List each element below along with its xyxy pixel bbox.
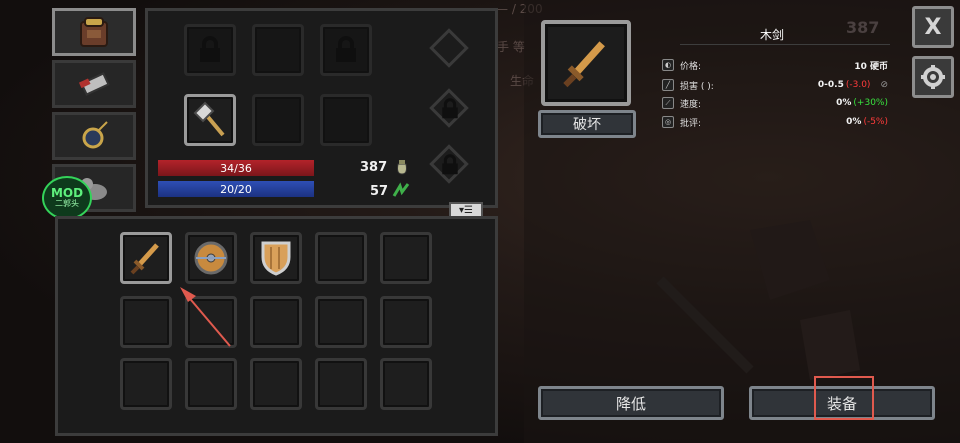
stat-label: 速度: bbox=[680, 99, 702, 110]
stat-label: 价格: bbox=[680, 61, 702, 72]
stat-row-speed: ⟋ 速度: 0% (+30%) bbox=[662, 94, 888, 112]
stat-delta: (-3.0) bbox=[845, 80, 871, 90]
damage-icon: ╱ bbox=[662, 79, 674, 91]
wooden-sword-icon bbox=[563, 41, 605, 88]
close-button[interactable]: X bbox=[912, 6, 954, 48]
stat-delta: (-5%) bbox=[863, 117, 888, 127]
stat-value: 0% bbox=[846, 117, 862, 127]
stat-row-crit: ◎ 批评: 0% (-5%) bbox=[662, 113, 888, 131]
downgrade-button[interactable]: 降低 bbox=[538, 386, 724, 420]
crit-icon: ◎ bbox=[662, 116, 674, 128]
coin-bag-icon: ◐ bbox=[662, 59, 674, 71]
stat-value: 0% bbox=[836, 98, 852, 108]
stat-value: 0-0.5 bbox=[817, 80, 844, 90]
annotation-highlight-box bbox=[814, 376, 874, 420]
weapon-type-icon: ⊘ bbox=[880, 80, 888, 90]
stat-row-damage: ╱ 损害 ( ): 0-0.5 (-3.0) ⊘ bbox=[662, 76, 888, 94]
destroy-button[interactable]: 破坏 bbox=[538, 110, 636, 138]
stat-delta: (+30%) bbox=[853, 98, 888, 108]
close-icon: X bbox=[924, 14, 942, 40]
item-name: 木剑 bbox=[760, 28, 785, 42]
speed-icon: ⟋ bbox=[662, 97, 674, 109]
stat-row-price: ◐ 价格: 10 硬币 bbox=[662, 56, 888, 74]
item-name-divider bbox=[680, 44, 890, 45]
settings-button[interactable] bbox=[912, 56, 954, 98]
top-gold-amount: 387 bbox=[846, 18, 880, 37]
stat-label: 批评: bbox=[680, 118, 702, 129]
gear-icon bbox=[921, 65, 945, 89]
stat-value: 10 硬币 bbox=[854, 61, 888, 72]
stat-label: 损害 ( ): bbox=[680, 81, 714, 92]
selected-item-slot bbox=[541, 20, 631, 106]
